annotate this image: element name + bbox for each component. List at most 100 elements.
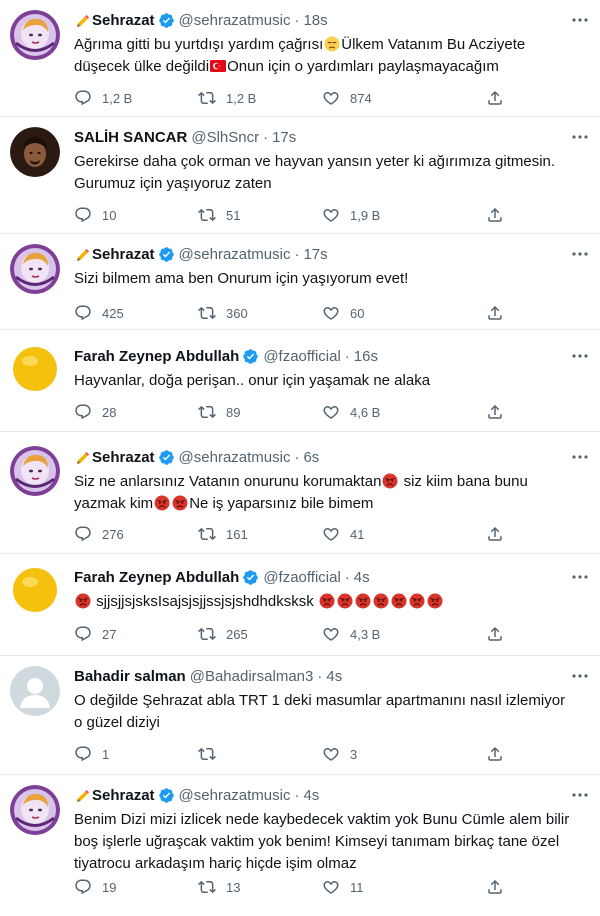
more-icon[interactable] <box>570 569 590 585</box>
tweet-header: Sehrazat @sehrazatmusic · 18s <box>74 10 582 31</box>
like-button[interactable]: 11 <box>322 878 446 896</box>
retweet-icon <box>198 304 216 322</box>
reply-button[interactable]: 19 <box>74 878 198 896</box>
tweet[interactable]: Sehrazat @sehrazatmusic · 6s Siz ne anla… <box>0 432 600 554</box>
tweet[interactable]: Sehrazat @sehrazatmusic · 4s Benim Dizi … <box>0 775 600 916</box>
timestamp[interactable]: 4s <box>354 567 370 588</box>
reply-button[interactable]: 276 <box>74 525 198 543</box>
user-handle[interactable]: @sehrazatmusic <box>179 785 291 806</box>
share-button[interactable] <box>486 89 514 107</box>
tweet[interactable]: Farah Zeynep Abdullah @fzaofficial · 16s… <box>0 330 600 432</box>
timestamp[interactable]: 4s <box>326 666 342 687</box>
share-button[interactable] <box>486 745 514 763</box>
share-button[interactable] <box>486 625 514 643</box>
retweet-button[interactable]: 13 <box>198 878 322 896</box>
tweet-actions: 1 3 <box>74 744 510 764</box>
avatar[interactable] <box>10 244 60 294</box>
retweet-button[interactable] <box>198 745 322 763</box>
like-button[interactable]: 3 <box>322 745 446 763</box>
avatar[interactable] <box>10 565 60 615</box>
tweet-header: Bahadir salman @Bahadirsalman3 · 4s <box>74 666 582 687</box>
display-name[interactable]: Sehrazat <box>92 785 155 806</box>
timestamp[interactable]: 16s <box>354 346 378 367</box>
avatar[interactable] <box>10 344 60 394</box>
user-handle[interactable]: @Bahadirsalman3 <box>190 666 314 687</box>
separator-dot: · <box>294 246 300 263</box>
share-button[interactable] <box>486 403 514 421</box>
display-name[interactable]: Sehrazat <box>92 10 155 31</box>
user-handle[interactable]: @sehrazatmusic <box>179 447 291 468</box>
tweet[interactable]: Sehrazat @sehrazatmusic · 17s Sizi bilme… <box>0 234 600 330</box>
like-button[interactable]: 41 <box>322 525 446 543</box>
more-icon[interactable] <box>570 12 590 28</box>
timestamp[interactable]: 17s <box>272 127 296 148</box>
user-handle[interactable]: @sehrazatmusic <box>179 244 291 265</box>
tweet[interactable]: Sehrazat @sehrazatmusic · 18s Ağrıma git… <box>0 0 600 117</box>
share-button[interactable] <box>486 206 514 224</box>
timestamp[interactable]: 17s <box>303 244 327 265</box>
user-handle[interactable]: @fzaofficial <box>263 346 340 367</box>
share-icon <box>486 625 504 643</box>
display-name[interactable]: Bahadir salman <box>74 666 186 687</box>
reply-button[interactable]: 1 <box>74 745 198 763</box>
retweet-button[interactable]: 265 <box>198 625 322 643</box>
tweet-actions: 425 360 60 <box>74 303 510 323</box>
tweet-header: SALİH SANCAR @SlhSncr · 17s <box>74 127 582 148</box>
retweet-button[interactable]: 161 <box>198 525 322 543</box>
more-icon[interactable] <box>570 348 590 364</box>
like-button[interactable]: 1,9 B <box>322 206 446 224</box>
retweet-count: 13 <box>226 879 241 895</box>
more-icon[interactable] <box>570 668 590 684</box>
reply-button[interactable]: 10 <box>74 206 198 224</box>
like-button[interactable]: 60 <box>322 304 446 322</box>
retweet-button[interactable]: 360 <box>198 304 322 322</box>
reply-icon <box>74 89 92 107</box>
retweet-button[interactable]: 1,2 B <box>198 89 322 107</box>
sad-face-emoji-icon <box>324 36 340 52</box>
avatar[interactable] <box>10 446 60 496</box>
tweet[interactable]: Farah Zeynep Abdullah @fzaofficial · 4s … <box>0 554 600 656</box>
share-button[interactable] <box>486 525 514 543</box>
display-name[interactable]: Farah Zeynep Abdullah <box>74 346 239 367</box>
verified-badge-icon <box>158 12 175 29</box>
angry-face-emoji-icon <box>427 593 443 609</box>
like-button[interactable]: 4,3 B <box>322 625 446 643</box>
display-name[interactable]: Farah Zeynep Abdullah <box>74 567 239 588</box>
user-handle[interactable]: @fzaofficial <box>263 567 340 588</box>
tweet[interactable]: Bahadir salman @Bahadirsalman3 · 4s O de… <box>0 656 600 775</box>
display-name[interactable]: Sehrazat <box>92 447 155 468</box>
retweet-button[interactable]: 51 <box>198 206 322 224</box>
more-icon[interactable] <box>570 787 590 803</box>
turkey-flag-emoji-icon <box>210 58 226 74</box>
avatar[interactable] <box>10 127 60 177</box>
like-button[interactable]: 4,6 B <box>322 403 446 421</box>
reply-button[interactable]: 425 <box>74 304 198 322</box>
share-button[interactable] <box>486 304 514 322</box>
avatar[interactable] <box>10 666 60 716</box>
avatar[interactable] <box>10 10 60 60</box>
like-button[interactable]: 874 <box>322 89 446 107</box>
timestamp[interactable]: 18s <box>303 10 327 31</box>
retweet-icon <box>198 403 216 421</box>
more-icon[interactable] <box>570 449 590 465</box>
retweet-button[interactable]: 89 <box>198 403 322 421</box>
more-icon[interactable] <box>570 246 590 262</box>
user-handle[interactable]: @SlhSncr <box>191 127 259 148</box>
retweet-count: 161 <box>226 526 248 542</box>
avatar[interactable] <box>10 785 60 835</box>
reply-button[interactable]: 28 <box>74 403 198 421</box>
verified-badge-icon <box>242 569 259 586</box>
separator-dot: · <box>294 449 300 466</box>
display-name[interactable]: Sehrazat <box>92 244 155 265</box>
reply-button[interactable]: 27 <box>74 625 198 643</box>
more-icon[interactable] <box>570 129 590 145</box>
tweet[interactable]: SALİH SANCAR @SlhSncr · 17s Gerekirse da… <box>0 117 600 234</box>
reply-button[interactable]: 1,2 B <box>74 89 198 107</box>
timestamp[interactable]: 6s <box>303 447 319 468</box>
like-count: 41 <box>350 526 365 542</box>
share-button[interactable] <box>486 878 514 896</box>
reply-icon <box>74 878 92 896</box>
display-name[interactable]: SALİH SANCAR <box>74 127 187 148</box>
user-handle[interactable]: @sehrazatmusic <box>179 10 291 31</box>
timestamp[interactable]: 4s <box>303 785 319 806</box>
